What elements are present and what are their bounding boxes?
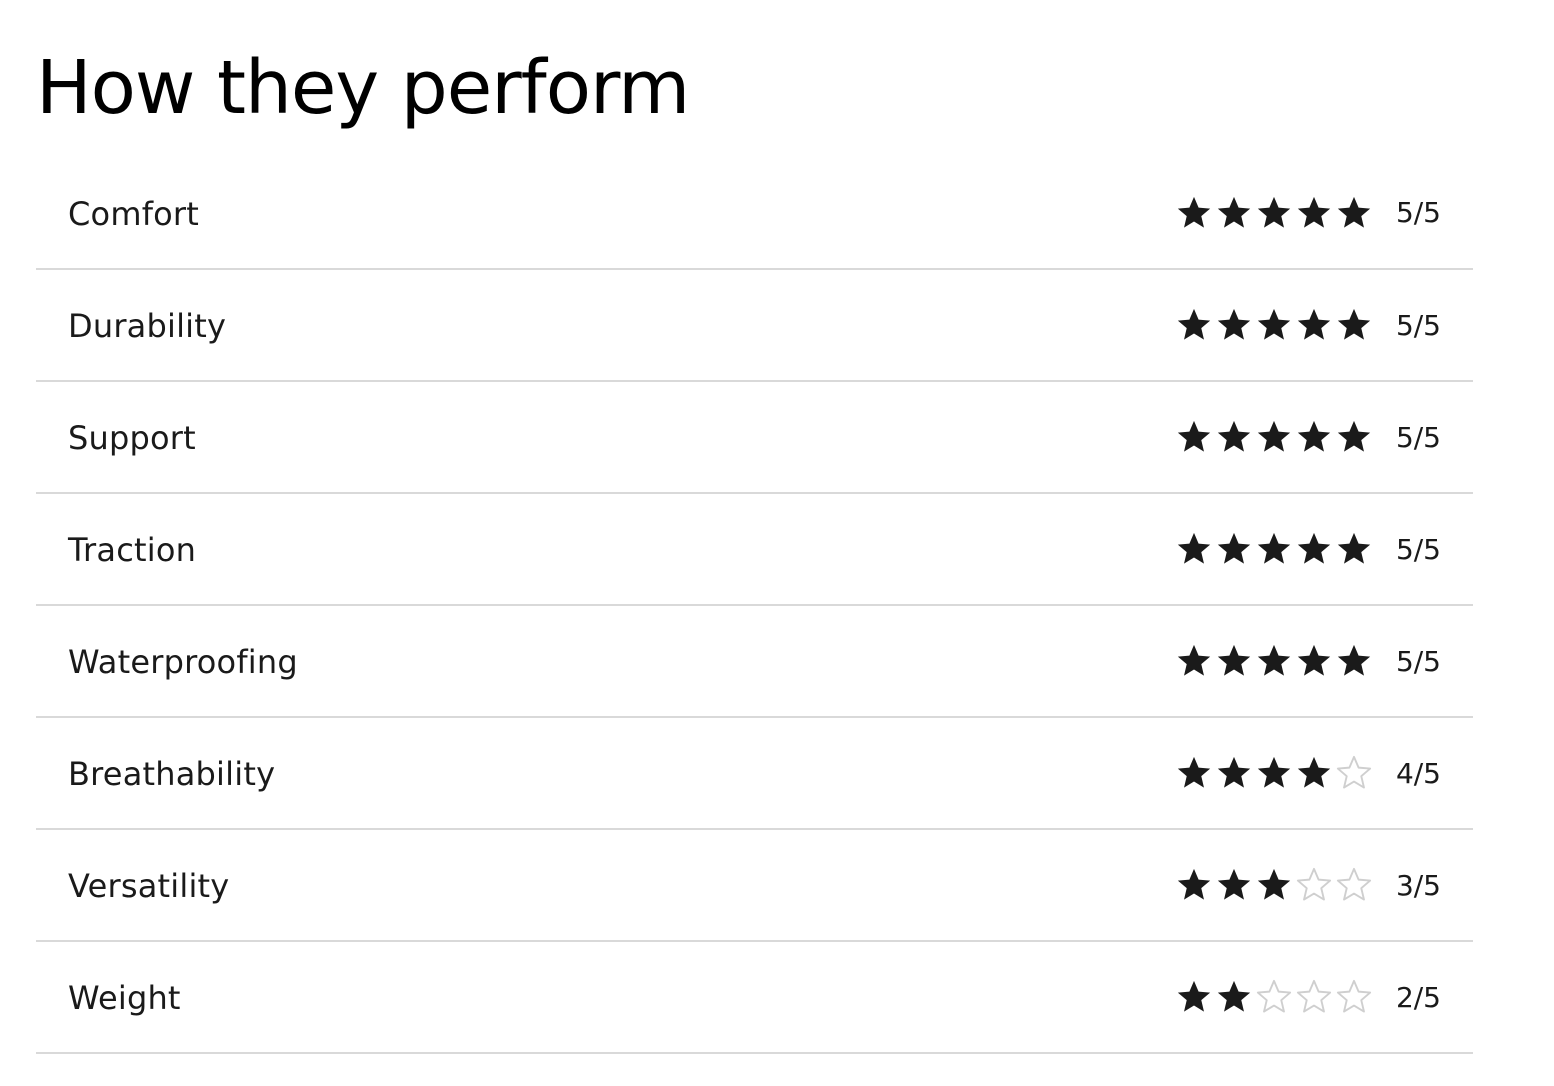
rating-row: Versatility 3/5: [36, 830, 1473, 942]
rating-label: Weight: [68, 979, 181, 1017]
star-filled-icon: [1217, 420, 1251, 452]
star-filled-icon: [1257, 644, 1291, 676]
star-filled-icon: [1177, 308, 1211, 340]
star-filled-icon: [1257, 868, 1291, 900]
star-empty-icon: [1296, 867, 1332, 901]
rating-value: 2/5: [1175, 978, 1441, 1016]
star-filled-icon: [1217, 532, 1251, 564]
rating-label: Versatility: [68, 867, 230, 905]
star-filled-icon: [1297, 756, 1331, 788]
rating-label: Durability: [68, 307, 227, 345]
rating-value: 5/5: [1175, 642, 1441, 680]
rating-score: 2/5: [1395, 980, 1441, 1014]
star-filled-icon: [1217, 196, 1251, 228]
star-rating: [1175, 642, 1373, 680]
rating-value: 5/5: [1175, 194, 1441, 232]
star-filled-icon: [1217, 980, 1251, 1012]
star-filled-icon: [1337, 532, 1371, 564]
star-filled-icon: [1297, 196, 1331, 228]
star-filled-icon: [1177, 196, 1211, 228]
star-filled-icon: [1217, 756, 1251, 788]
star-rating: [1175, 754, 1373, 792]
rating-value: 4/5: [1175, 754, 1441, 792]
star-filled-icon: [1177, 644, 1211, 676]
rating-value: 5/5: [1175, 306, 1441, 344]
star-empty-icon: [1256, 979, 1292, 1013]
rating-label: Comfort: [68, 194, 200, 233]
rating-row: Weight 2/5: [36, 942, 1473, 1054]
star-filled-icon: [1297, 420, 1331, 452]
star-empty-icon: [1336, 755, 1372, 789]
rating-score: 5/5: [1395, 532, 1441, 566]
section-title: How they perform: [36, 45, 690, 131]
rating-row: Support 5/5: [36, 382, 1473, 494]
star-filled-icon: [1257, 308, 1291, 340]
star-filled-icon: [1177, 980, 1211, 1012]
star-rating: [1175, 194, 1373, 232]
star-empty-icon: [1336, 867, 1372, 901]
rating-row: Traction 5/5: [36, 494, 1473, 606]
star-filled-icon: [1337, 644, 1371, 676]
rating-score: 4/5: [1395, 756, 1441, 790]
star-filled-icon: [1177, 420, 1211, 452]
star-filled-icon: [1177, 532, 1211, 564]
rating-value: 3/5: [1175, 866, 1441, 904]
star-empty-icon: [1296, 979, 1332, 1013]
star-filled-icon: [1257, 756, 1291, 788]
rating-score: 5/5: [1395, 308, 1441, 342]
star-filled-icon: [1217, 308, 1251, 340]
star-filled-icon: [1177, 868, 1211, 900]
rating-row: Waterproofing 5/5: [36, 606, 1473, 718]
star-rating: [1175, 306, 1373, 344]
star-filled-icon: [1297, 308, 1331, 340]
rating-score: 3/5: [1395, 868, 1441, 902]
rating-value: 5/5: [1175, 530, 1441, 568]
star-filled-icon: [1257, 532, 1291, 564]
performance-section: How they perform Comfort 5/5 Durability …: [0, 0, 1554, 1086]
star-filled-icon: [1177, 756, 1211, 788]
rating-row: Durability 5/5: [36, 270, 1473, 382]
star-filled-icon: [1217, 868, 1251, 900]
star-rating: [1175, 866, 1373, 904]
rating-score: 5/5: [1395, 420, 1441, 454]
star-filled-icon: [1257, 196, 1291, 228]
rating-row: Comfort 5/5: [36, 157, 1473, 270]
star-filled-icon: [1337, 420, 1371, 452]
rating-value: 5/5: [1175, 418, 1441, 456]
star-rating: [1175, 530, 1373, 568]
star-empty-icon: [1336, 979, 1372, 1013]
star-rating: [1175, 418, 1373, 456]
rating-score: 5/5: [1395, 196, 1441, 229]
star-filled-icon: [1217, 644, 1251, 676]
rating-score: 5/5: [1395, 644, 1441, 678]
rating-row: Breathability 4/5: [36, 718, 1473, 830]
rating-label: Waterproofing: [68, 643, 298, 681]
star-filled-icon: [1337, 308, 1371, 340]
rating-label: Support: [68, 419, 196, 457]
star-rating: [1175, 978, 1373, 1016]
star-filled-icon: [1297, 644, 1331, 676]
ratings-list: Comfort 5/5 Durability 5/5 Support 5/5 T…: [36, 157, 1473, 1054]
rating-label: Traction: [68, 531, 197, 569]
rating-label: Breathability: [68, 755, 276, 793]
star-filled-icon: [1337, 196, 1371, 228]
star-filled-icon: [1297, 532, 1331, 564]
star-filled-icon: [1257, 420, 1291, 452]
